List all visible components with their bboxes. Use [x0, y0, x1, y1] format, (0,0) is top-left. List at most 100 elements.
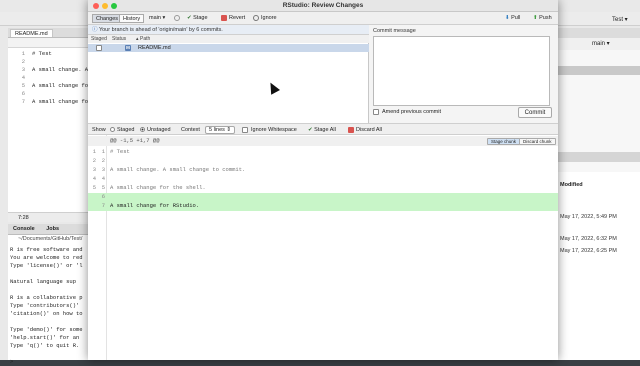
diff-line-added[interactable]: 7 A small change for RStudio.: [88, 202, 558, 211]
ignore-label: Ignore: [261, 15, 277, 21]
changed-files-list: M README.md: [88, 43, 369, 123]
column-modified[interactable]: Modified: [560, 182, 583, 188]
project-menu[interactable]: Test ▾: [612, 16, 628, 23]
tab-history[interactable]: History: [119, 14, 145, 23]
console-line: 'citation()' on how to: [10, 310, 83, 317]
ignore-button[interactable]: Ignore: [250, 14, 280, 23]
console-line: Natural language sup: [10, 278, 77, 285]
radio-selected-icon: [140, 127, 145, 133]
line-text: A small change fo: [32, 98, 89, 105]
header-status[interactable]: Status: [112, 35, 126, 43]
stage-chunk-button[interactable]: Stage chunk: [487, 138, 521, 145]
diff-viewer[interactable]: @@ -1,5 +1,7 @@ Stage chunk Discard chun…: [88, 135, 558, 360]
new-line-number: 2: [101, 157, 105, 164]
console-line: Type 'q()' to quit R.: [10, 342, 80, 349]
context-select[interactable]: 5 lines ⇕: [205, 126, 236, 134]
console-tabbar: Console Jobs: [8, 224, 90, 235]
right-pane-header: [552, 66, 640, 75]
ahead-message: Your branch is ahead of 'origin/main' by…: [98, 27, 223, 33]
header-sort-icon: ▴: [136, 36, 139, 42]
discard-all-label: Discard All: [356, 127, 382, 133]
file-date: May 17, 2022, 6:25 PM: [560, 248, 617, 254]
tab-jobs[interactable]: Jobs: [41, 224, 64, 235]
commit-button[interactable]: Commit: [518, 107, 552, 118]
commit-message-label: Commit message: [373, 28, 416, 34]
file-date: May 17, 2022, 6:32 PM: [560, 236, 617, 242]
console-line: You are welcome to red: [10, 254, 83, 261]
editor-line: 6: [8, 90, 90, 98]
diff-line-added[interactable]: 6: [88, 193, 558, 202]
amend-checkbox[interactable]: [373, 109, 379, 115]
source-editor[interactable]: 1 # Test 2 3 A small change. A 45 A small chan…: [8, 48, 90, 212]
old-line-number: 4: [92, 175, 96, 182]
amend-option[interactable]: Amend previous commit: [373, 108, 441, 116]
window-title: RStudio: Review Changes: [282, 2, 364, 9]
revert-label: Revert: [229, 15, 246, 21]
commit-message-input[interactable]: [373, 36, 550, 106]
check-icon: ✔: [187, 15, 192, 21]
diff-line-text: A small change. A small change to commit…: [110, 166, 246, 173]
dialog-toolbar: Changes History main ▾ ✔ Stage Revert Ig…: [88, 12, 558, 25]
line-number: 1: [21, 50, 25, 57]
revert-button[interactable]: Revert: [218, 14, 248, 23]
branch-label: main: [592, 41, 606, 47]
project-label: Test: [612, 17, 624, 23]
diff-line-context[interactable]: 55 A small change for the shell.: [88, 184, 558, 193]
discard-chunk-button[interactable]: Discard chunk: [519, 138, 556, 145]
console-line: R is free software and: [10, 246, 83, 253]
tab-changes[interactable]: Changes: [92, 14, 123, 23]
file-row[interactable]: M README.md: [88, 44, 369, 52]
header-path[interactable]: Path: [140, 35, 150, 43]
review-changes-dialog: RStudio: Review Changes Changes History …: [88, 0, 558, 360]
editor-tab-readme[interactable]: README.md: [10, 29, 53, 37]
push-button[interactable]: ⬆ Push: [530, 14, 555, 23]
new-line-number: 7: [101, 202, 105, 209]
refresh-button[interactable]: [171, 14, 185, 23]
file-path: README.md: [138, 45, 171, 51]
r-console[interactable]: R is free software and You are welcome to…: [8, 244, 90, 365]
header-staged[interactable]: Staged: [91, 35, 107, 43]
diff-line-text: A small change for the shell.: [110, 184, 206, 191]
new-line-number: 1: [101, 148, 105, 155]
pull-label: Pull: [511, 15, 521, 21]
unstaged-label: Unstaged: [147, 127, 171, 133]
editor-toolbar: [8, 38, 90, 48]
discard-icon: [348, 126, 354, 133]
staged-checkbox[interactable]: [96, 45, 102, 51]
hunk-range: @@ -1,5 +1,7 @@: [110, 137, 160, 144]
branch-name: main: [149, 15, 161, 21]
tab-console[interactable]: Console: [8, 224, 40, 235]
line-number: 7: [21, 98, 25, 105]
line-number: 2: [21, 58, 25, 65]
ignore-whitespace-checkbox[interactable]: [242, 126, 248, 133]
new-line-number: 5: [101, 184, 105, 191]
diff-line-context[interactable]: 33 A small change. A small change to comm…: [88, 166, 558, 175]
editor-line: 1 # Test: [8, 50, 90, 58]
branch-selector[interactable]: main ▾: [146, 14, 168, 23]
console-path: ~/Documents/GitHub/Test/: [8, 235, 90, 244]
revert-icon: [221, 14, 227, 21]
file-date: May 17, 2022, 5:49 PM: [560, 214, 617, 220]
old-line-number: 1: [92, 148, 96, 155]
info-icon: ⓘ: [92, 27, 98, 33]
editor-line: 5 A small change fo: [8, 82, 90, 90]
line-text: A small change fo: [32, 82, 89, 89]
stage-label: Stage: [193, 15, 208, 21]
branch-dropdown[interactable]: main ▾: [592, 40, 610, 47]
editor-line: 2: [8, 58, 90, 66]
diff-line-context[interactable]: 44: [88, 175, 558, 184]
diff-line-context[interactable]: 22: [88, 157, 558, 166]
console-line: Type 'demo()' for some: [10, 326, 83, 333]
console-line: 'help.start()' for an: [10, 334, 80, 341]
stage-all-label: Stage All: [314, 127, 336, 133]
files-tabbar: [552, 152, 640, 162]
pull-button[interactable]: ⬇ Pull: [502, 14, 523, 23]
diff-line-context[interactable]: 1 1 # Test: [88, 148, 558, 157]
line-number: 5: [21, 82, 25, 89]
refresh-icon: [174, 14, 180, 21]
editor-line: 7 A small change fo: [8, 98, 90, 106]
stage-button[interactable]: ✔ Stage: [184, 14, 211, 23]
new-line-number: 4: [101, 175, 105, 182]
pull-icon: ⬇: [505, 15, 510, 21]
ignore-whitespace-label: Ignore Whitespace: [251, 127, 297, 133]
